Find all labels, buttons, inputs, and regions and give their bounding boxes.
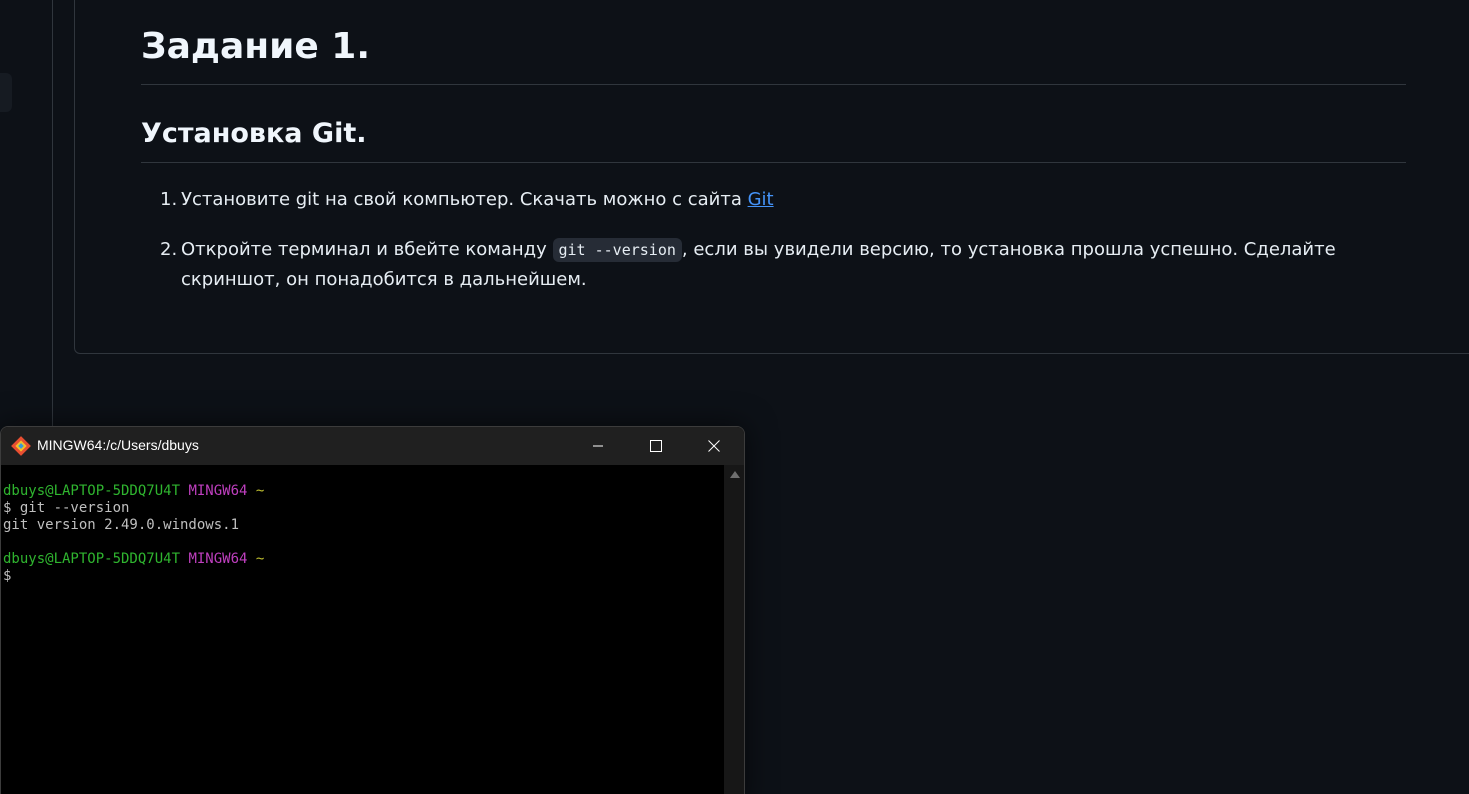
list-item: 1. Установите git на свой компьютер. Ска… [160, 185, 1410, 215]
prompt-env: MINGW64 [188, 551, 248, 567]
divider [141, 162, 1406, 163]
command-line: $ [3, 568, 12, 584]
close-icon [708, 440, 720, 452]
step-text: Установите git на свой компьютер. Скачат… [181, 189, 748, 210]
prompt-path: ~ [255, 483, 265, 499]
step-text-before: Откройте терминал и вбейте команду [181, 239, 553, 260]
prompt-env: MINGW64 [188, 483, 248, 499]
git-link[interactable]: Git [748, 189, 774, 210]
git-icon [11, 436, 31, 456]
minimize-icon [593, 445, 603, 447]
list-number: 1. [160, 189, 178, 210]
list-text: Откройте терминал и вбейте команду git -… [181, 235, 1410, 295]
prompt-user: dbuys@LAPTOP-5DDQ7U4T [3, 551, 181, 567]
terminal-titlebar[interactable]: MINGW64:/c/Users/dbuys [1, 427, 744, 465]
maximize-button[interactable] [627, 427, 685, 465]
inline-code: git --version [552, 238, 682, 262]
page-title: Задание 1. [141, 26, 371, 67]
terminal-window[interactable]: MINGW64:/c/Users/dbuys dbuys@LAPTOP-5DDQ… [0, 426, 745, 794]
command-line: $ git --version [3, 500, 130, 516]
section-title: Установка Git. [141, 118, 367, 149]
terminal-scrollbar[interactable] [724, 465, 744, 794]
terminal-output[interactable]: dbuys@LAPTOP-5DDQ7U4T MINGW64 ~ $ git --v… [1, 465, 723, 794]
maximize-icon [650, 440, 662, 452]
prompt-line: dbuys@LAPTOP-5DDQ7U4T MINGW64 ~ [3, 483, 723, 500]
steps-list: 1. Установите git на свой компьютер. Ска… [160, 185, 1410, 315]
output-line: git version 2.49.0.windows.1 [3, 517, 240, 533]
list-text: Установите git на свой компьютер. Скачат… [181, 185, 1410, 215]
divider [141, 84, 1406, 85]
prompt-path: ~ [255, 551, 265, 567]
prompt-line: dbuys@LAPTOP-5DDQ7U4T MINGW64 ~ [3, 551, 723, 568]
list-item: 2. Откройте терминал и вбейте команду gi… [160, 235, 1410, 295]
list-number: 2. [160, 239, 178, 260]
close-button[interactable] [685, 427, 743, 465]
scroll-up-icon[interactable] [730, 471, 740, 478]
prompt-user: dbuys@LAPTOP-5DDQ7U4T [3, 483, 181, 499]
window-title: MINGW64:/c/Users/dbuys [37, 437, 199, 453]
minimize-button[interactable] [569, 427, 627, 465]
sidebar-tab[interactable] [0, 73, 12, 112]
